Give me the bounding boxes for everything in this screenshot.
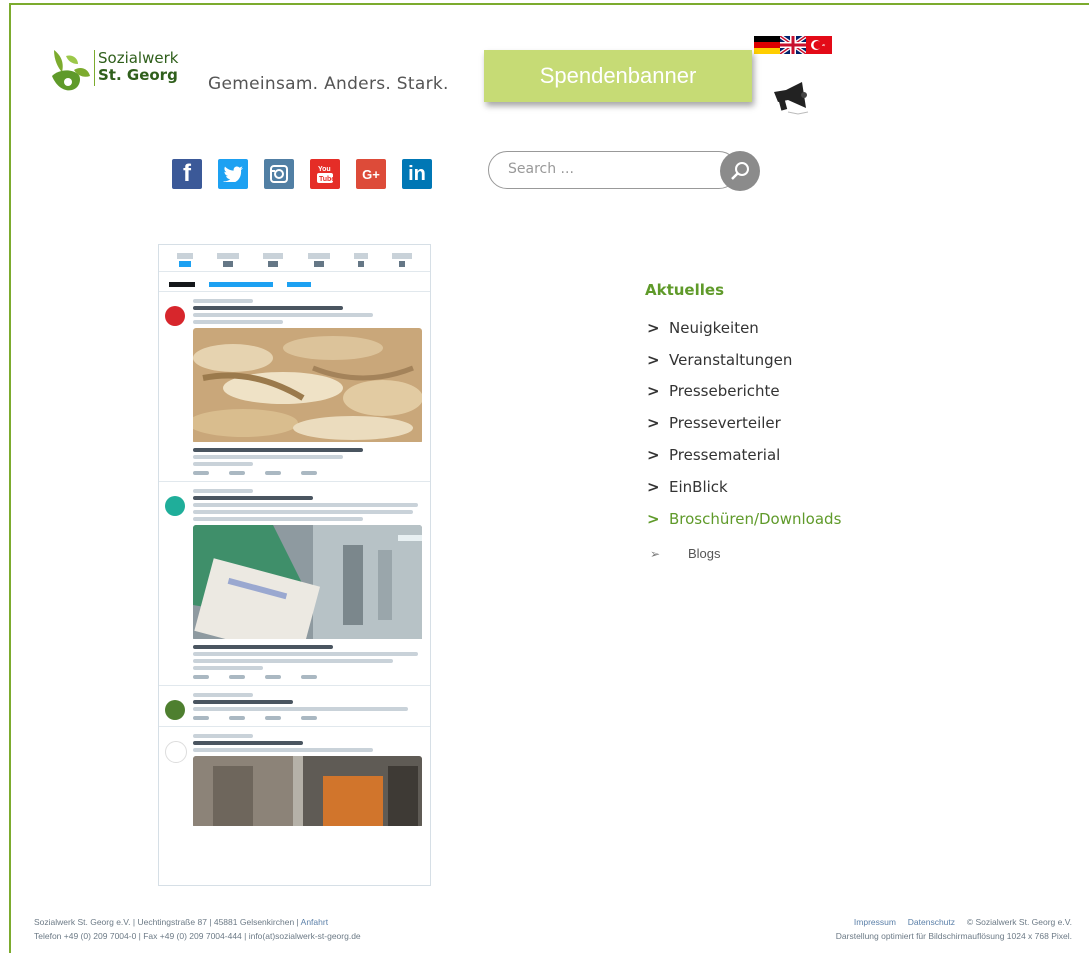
stat-moments[interactable] bbox=[391, 253, 412, 267]
twitter-profile-stats bbox=[159, 245, 430, 272]
logo-separator bbox=[94, 50, 95, 86]
menu-item-blogs[interactable]: ➢ Blogs bbox=[650, 546, 721, 561]
tweet-item[interactable] bbox=[159, 292, 430, 482]
twitter-icon[interactable] bbox=[218, 159, 248, 189]
menu-item-presseberichte[interactable]: > Presseberichte bbox=[647, 376, 841, 408]
copyright-text: © Sozialwerk St. Georg e.V. bbox=[966, 917, 1072, 927]
search-icon bbox=[731, 162, 749, 180]
arrow-right-icon: ➢ bbox=[650, 546, 661, 561]
chevron-right-icon: > bbox=[647, 509, 660, 528]
tab-media[interactable] bbox=[287, 282, 311, 287]
twitter-timeline-widget[interactable] bbox=[158, 244, 431, 886]
impressum-link[interactable]: Impressum bbox=[854, 917, 896, 927]
tweet-image[interactable] bbox=[193, 328, 422, 444]
tweet-item[interactable] bbox=[159, 686, 430, 727]
tweet-image[interactable] bbox=[193, 756, 422, 828]
menu-item-neuigkeiten[interactable]: > Neuigkeiten bbox=[647, 312, 841, 344]
logo-icon[interactable] bbox=[48, 46, 92, 94]
spenden-banner-label: Spendenbanner bbox=[539, 63, 697, 88]
megaphone-icon[interactable] bbox=[768, 78, 816, 118]
footer-address-line1: Sozialwerk St. Georg e.V. | Uechtingstra… bbox=[34, 917, 301, 927]
social-links: f You Tube G+ in bbox=[172, 159, 432, 189]
search-button[interactable] bbox=[720, 151, 760, 191]
chevron-right-icon: > bbox=[647, 477, 660, 496]
youtube-icon[interactable]: You Tube bbox=[310, 159, 340, 189]
tab-tweets[interactable] bbox=[169, 282, 195, 287]
resolution-note: Darstellung optimiert für Bildschirmaufl… bbox=[835, 931, 1072, 941]
language-switcher bbox=[754, 36, 832, 54]
menu-item-pressematerial[interactable]: > Pressematerial bbox=[647, 439, 841, 471]
twitter-tabs bbox=[159, 272, 430, 292]
chevron-right-icon: > bbox=[647, 350, 660, 369]
menu-item-label: EinBlick bbox=[669, 477, 728, 496]
datenschutz-link[interactable]: Datenschutz bbox=[908, 917, 955, 927]
googleplus-icon[interactable]: G+ bbox=[356, 159, 386, 189]
menu-item-presseverteiler[interactable]: > Presseverteiler bbox=[647, 407, 841, 439]
svg-text:Tube: Tube bbox=[319, 176, 335, 183]
instagram-icon[interactable] bbox=[264, 159, 294, 189]
blogs-label: Blogs bbox=[688, 546, 721, 561]
tweet-avatar[interactable] bbox=[165, 741, 187, 763]
chevron-right-icon: > bbox=[647, 414, 660, 433]
stat-followers[interactable] bbox=[263, 253, 284, 267]
footer-address: Sozialwerk St. Georg e.V. | Uechtingstra… bbox=[34, 915, 361, 943]
tweet-actions bbox=[193, 471, 422, 475]
logo-line2: St. Georg bbox=[98, 66, 178, 84]
tagline: Gemeinsam. Anders. Stark. bbox=[208, 74, 449, 94]
tweet-image[interactable] bbox=[193, 525, 422, 641]
aktuelles-menu: > Neuigkeiten > Veranstaltungen > Presseber… bbox=[647, 312, 841, 535]
menu-item-broschueren-downloads[interactable]: > Broschüren/Downloads bbox=[647, 503, 841, 535]
menu-item-label: Presseverteiler bbox=[669, 414, 781, 433]
menu-item-label: Presseberichte bbox=[669, 382, 780, 401]
tweet-avatar[interactable] bbox=[165, 700, 185, 720]
de-flag-icon[interactable] bbox=[754, 36, 780, 54]
menu-item-veranstaltungen[interactable]: > Veranstaltungen bbox=[647, 344, 841, 376]
menu-item-einblick[interactable]: > EinBlick bbox=[647, 471, 841, 503]
search-form bbox=[488, 151, 760, 191]
tweet-avatar[interactable] bbox=[165, 496, 185, 516]
chevron-right-icon: > bbox=[647, 382, 660, 401]
chevron-right-icon: > bbox=[647, 318, 660, 337]
menu-item-label: Pressematerial bbox=[669, 446, 781, 465]
stat-tweets[interactable] bbox=[177, 253, 194, 267]
chevron-right-icon: > bbox=[647, 446, 660, 465]
tr-flag-icon[interactable] bbox=[806, 36, 832, 54]
menu-item-label: Neuigkeiten bbox=[669, 318, 759, 337]
tab-tweets-replies[interactable] bbox=[209, 282, 273, 287]
footer-legal: Impressum Datenschutz © Sozialwerk St. G… bbox=[700, 915, 1072, 943]
facebook-icon[interactable]: f bbox=[172, 159, 202, 189]
stat-following[interactable] bbox=[217, 253, 240, 267]
tweet-item[interactable] bbox=[159, 727, 430, 838]
svg-text:You: You bbox=[318, 166, 331, 173]
stat-likes[interactable] bbox=[307, 253, 330, 267]
search-input[interactable] bbox=[506, 160, 710, 178]
menu-title: Aktuelles bbox=[645, 281, 724, 299]
tweet-item[interactable] bbox=[159, 482, 430, 686]
footer-contact-line: Telefon +49 (0) 209 7004-0 | Fax +49 (0)… bbox=[34, 931, 361, 941]
menu-item-label: Broschüren/Downloads bbox=[669, 509, 842, 528]
tweet-actions bbox=[193, 716, 422, 720]
stat-lists[interactable] bbox=[353, 253, 368, 267]
menu-item-label: Veranstaltungen bbox=[669, 350, 793, 369]
linkedin-icon[interactable]: in bbox=[402, 159, 432, 189]
tweet-actions bbox=[193, 675, 422, 679]
spenden-banner-button[interactable]: Spendenbanner bbox=[484, 50, 752, 102]
logo-text[interactable]: Sozialwerk St. Georg bbox=[98, 50, 178, 84]
logo-line1: Sozialwerk bbox=[98, 49, 179, 67]
tweet-avatar[interactable] bbox=[165, 306, 185, 326]
uk-flag-icon[interactable] bbox=[780, 36, 806, 54]
anfahrt-link[interactable]: Anfahrt bbox=[301, 917, 328, 927]
